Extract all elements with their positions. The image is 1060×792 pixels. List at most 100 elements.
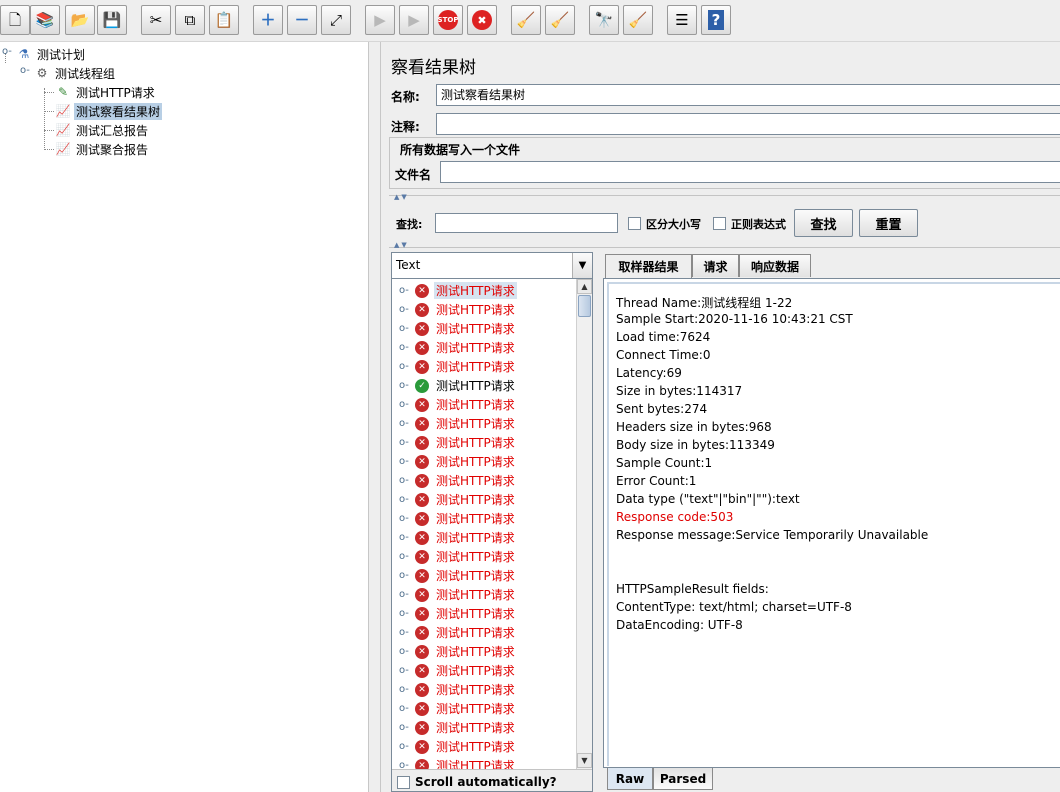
shutdown-button[interactable]: ✖ (467, 5, 497, 35)
tree-expand-toggle[interactable]: o- (399, 589, 409, 600)
collapse-arrows-icon[interactable]: ▲▼ (394, 193, 409, 201)
list-item[interactable]: o- ✕ 测试HTTP请求 (392, 528, 576, 547)
clear-all-button[interactable]: 🧹 (545, 5, 575, 35)
renderer-select[interactable]: Text ▼ (392, 253, 592, 279)
copy-button[interactable]: ⧉ (175, 5, 205, 35)
tree-expand-toggle[interactable]: o- (399, 703, 409, 714)
start-no-pause-button[interactable]: ▶ (399, 5, 429, 35)
collapse-arrows-icon[interactable]: ▲▼ (394, 241, 409, 249)
tree-node-http-request[interactable]: ✎ 测试HTTP请求 (55, 83, 157, 101)
scroll-up-icon[interactable]: ▲ (577, 279, 592, 294)
regex-checkbox[interactable] (713, 217, 726, 230)
tree-expand-toggle[interactable]: o- (399, 608, 409, 619)
tree-expand-toggle[interactable]: o- (399, 627, 409, 638)
tree-expand-toggle[interactable]: o- (399, 380, 409, 391)
tree-expand-toggle[interactable]: o- (399, 456, 409, 467)
case-sensitive-checkbox[interactable] (628, 217, 641, 230)
reset-search-button[interactable]: 🧹 (623, 5, 653, 35)
list-item[interactable]: o- ✕ 测试HTTP请求 (392, 357, 576, 376)
cut-button[interactable]: ✂ (141, 5, 171, 35)
list-item[interactable]: o- ✕ 测试HTTP请求 (392, 680, 576, 699)
list-item[interactable]: o- ✕ 测试HTTP请求 (392, 642, 576, 661)
list-item[interactable]: o- ✓ 测试HTTP请求 (392, 376, 576, 395)
paste-button[interactable]: 📋 (209, 5, 239, 35)
tree-expand-toggle[interactable]: o- (2, 46, 12, 57)
list-item[interactable]: o- ✕ 测试HTTP请求 (392, 661, 576, 680)
tree-expand-toggle[interactable]: o- (399, 285, 409, 296)
tree-node-thread-group[interactable]: ⚙ 测试线程组 (34, 64, 117, 82)
new-button[interactable]: 🗋 (0, 5, 30, 35)
list-item[interactable]: o- ✕ 测试HTTP请求 (392, 471, 576, 490)
list-item[interactable]: o- ✕ 测试HTTP请求 (392, 414, 576, 433)
list-item[interactable]: o- ✕ 测试HTTP请求 (392, 300, 576, 319)
comment-field[interactable] (436, 113, 1060, 135)
tree-expand-toggle[interactable]: o- (399, 741, 409, 752)
tree-expand-toggle[interactable]: o- (399, 760, 409, 769)
tree-expand-toggle[interactable]: o- (399, 513, 409, 524)
sampler-result-text[interactable]: Thread Name:测试线程组 1-22 Sample Start:2020-… (607, 282, 1060, 766)
tree-expand-toggle[interactable]: o- (399, 570, 409, 581)
result-scrollbar[interactable]: ▲ ▼ (576, 279, 592, 769)
tree-node-aggregate-report[interactable]: 📈 测试聚合报告 (55, 140, 150, 158)
tab-sampler-result[interactable]: 取样器结果 (605, 254, 692, 278)
scroll-automatically-checkbox[interactable] (397, 776, 410, 789)
tree-node-summary-report[interactable]: 📈 测试汇总报告 (55, 121, 150, 139)
tree-expand-toggle[interactable]: o- (399, 399, 409, 410)
tree-expand-toggle[interactable]: o- (399, 418, 409, 429)
tree-expand-toggle[interactable]: o- (399, 304, 409, 315)
tree-expand-toggle[interactable]: o- (399, 722, 409, 733)
collapse-button[interactable]: － (287, 5, 317, 35)
toggle-button[interactable]: ⤢ (321, 5, 351, 35)
tree-expand-toggle[interactable]: o- (399, 361, 409, 372)
list-item[interactable]: o- ✕ 测试HTTP请求 (392, 452, 576, 471)
name-field[interactable]: 测试察看结果树 (436, 84, 1060, 106)
list-item[interactable]: o- ✕ 测试HTTP请求 (392, 433, 576, 452)
tree-node-view-results-tree[interactable]: 📈 测试察看结果树 (55, 102, 163, 120)
list-item[interactable]: o- ✕ 测试HTTP请求 (392, 319, 576, 338)
list-item[interactable]: o- ✕ 测试HTTP请求 (392, 338, 576, 357)
pane-splitter[interactable] (368, 42, 381, 792)
tree-expand-toggle[interactable]: o- (399, 494, 409, 505)
stop-button[interactable]: STOP (433, 5, 463, 35)
help-button[interactable]: ? (701, 5, 731, 35)
tree-expand-toggle[interactable]: o- (399, 532, 409, 543)
list-item[interactable]: o- ✕ 测试HTTP请求 (392, 585, 576, 604)
list-item[interactable]: o- ✕ 测试HTTP请求 (392, 281, 576, 300)
open-button[interactable]: 📂 (65, 5, 95, 35)
list-item[interactable]: o- ✕ 测试HTTP请求 (392, 490, 576, 509)
tab-parsed[interactable]: Parsed (653, 768, 713, 790)
tree-expand-toggle[interactable]: o- (399, 323, 409, 334)
tab-request[interactable]: 请求 (692, 254, 739, 277)
list-item[interactable]: o- ✕ 测试HTTP请求 (392, 699, 576, 718)
filename-field[interactable] (440, 161, 1060, 183)
reset-button[interactable]: 重置 (859, 209, 918, 237)
list-item[interactable]: o- ✕ 测试HTTP请求 (392, 395, 576, 414)
tree-expand-toggle[interactable]: o- (399, 437, 409, 448)
list-item[interactable]: o- ✕ 测试HTTP请求 (392, 756, 576, 769)
start-button[interactable]: ▶ (365, 5, 395, 35)
tree-expand-toggle[interactable]: o- (399, 475, 409, 486)
list-item[interactable]: o- ✕ 测试HTTP请求 (392, 566, 576, 585)
tree-expand-toggle[interactable]: o- (399, 665, 409, 676)
list-item[interactable]: o- ✕ 测试HTTP请求 (392, 604, 576, 623)
tree-expand-toggle[interactable]: o- (399, 551, 409, 562)
list-item[interactable]: o- ✕ 测试HTTP请求 (392, 718, 576, 737)
tree-node-test-plan[interactable]: ⚗ 测试计划 (16, 45, 87, 63)
list-item[interactable]: o- ✕ 测试HTTP请求 (392, 509, 576, 528)
list-item[interactable]: o- ✕ 测试HTTP请求 (392, 623, 576, 642)
find-button[interactable]: 查找 (794, 209, 853, 237)
search-input[interactable] (435, 213, 618, 233)
tab-response-data[interactable]: 响应数据 (739, 254, 811, 277)
list-item[interactable]: o- ✕ 测试HTTP请求 (392, 547, 576, 566)
tree-expand-toggle[interactable]: o- (399, 684, 409, 695)
tree-expand-toggle[interactable]: o- (20, 65, 30, 76)
tab-raw[interactable]: Raw (607, 768, 653, 790)
templates-button[interactable]: 📚 (30, 5, 60, 35)
list-item[interactable]: o- ✕ 测试HTTP请求 (392, 737, 576, 756)
tree-expand-toggle[interactable]: o- (399, 646, 409, 657)
expand-button[interactable]: ＋ (253, 5, 283, 35)
scroll-down-icon[interactable]: ▼ (577, 753, 592, 768)
search-button[interactable]: 🔭 (589, 5, 619, 35)
clear-button[interactable]: 🧹 (511, 5, 541, 35)
tree-expand-toggle[interactable]: o- (399, 342, 409, 353)
